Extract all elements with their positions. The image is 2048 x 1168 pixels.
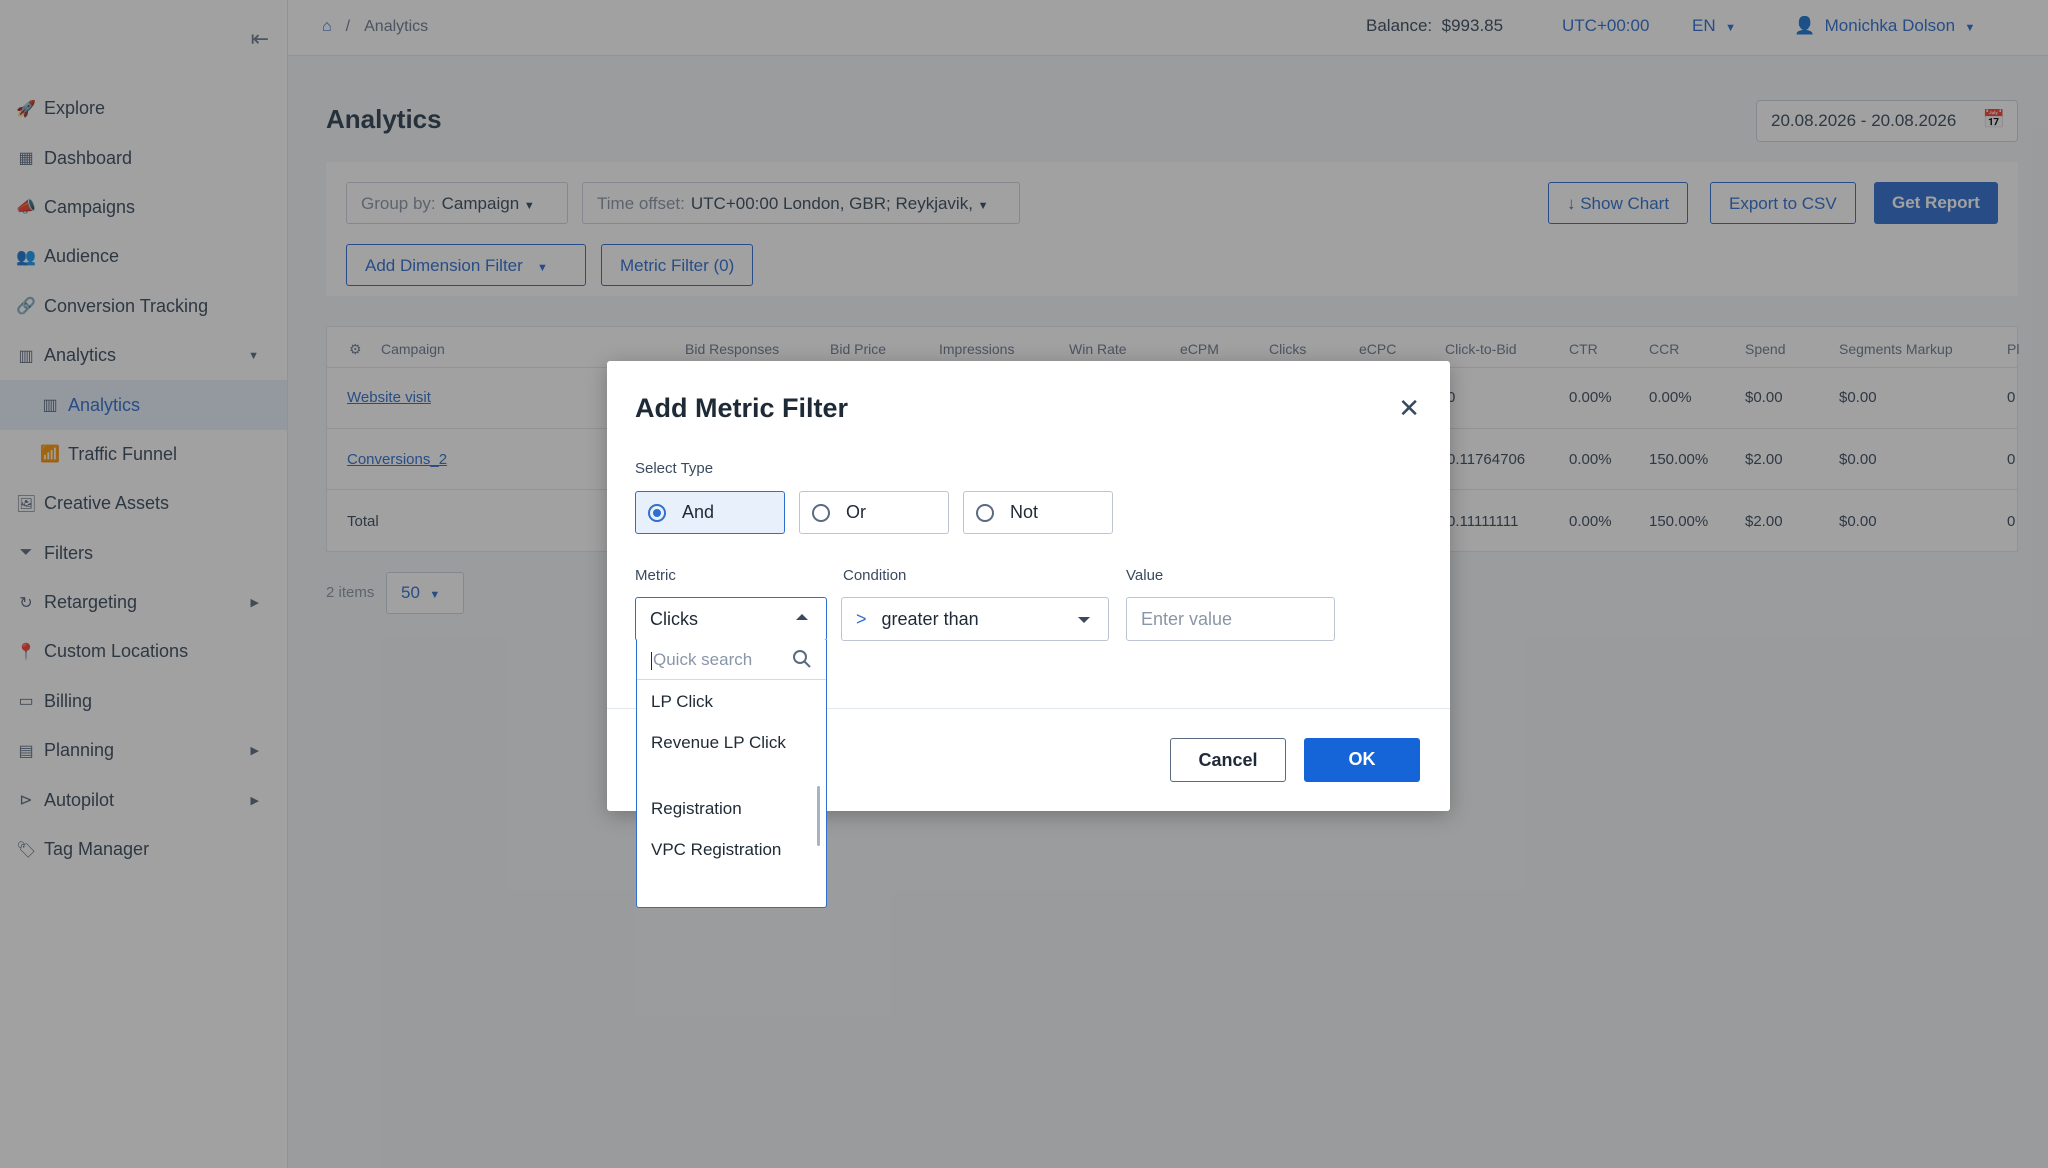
select-type-label: Select Type (635, 460, 714, 477)
dropdown-scrollbar[interactable] (817, 786, 820, 846)
chevron-down-icon (1078, 617, 1090, 623)
dialog-title: Add Metric Filter (635, 393, 849, 423)
greater-than-icon: > (856, 609, 867, 629)
value-label: Value (1126, 567, 1164, 584)
close-icon[interactable]: ✕ (1398, 395, 1420, 421)
search-icon (793, 650, 811, 668)
type-and-radio[interactable]: And (635, 491, 785, 534)
chevron-up-icon (796, 614, 808, 620)
dropdown-option[interactable]: Revenue LP Click (651, 730, 801, 755)
condition-label: Condition (843, 567, 907, 584)
quick-search-input[interactable]: Quick search (637, 640, 826, 680)
value-input[interactable]: Enter value (1126, 597, 1335, 641)
dropdown-option[interactable]: LP Click (651, 689, 801, 714)
metric-label: Metric (635, 567, 676, 584)
text-cursor (651, 651, 652, 670)
radio-unchecked-icon (812, 503, 830, 522)
type-or-radio[interactable]: Or (799, 491, 949, 534)
radio-unchecked-icon (976, 503, 994, 522)
radio-checked-icon (648, 503, 666, 522)
dropdown-option[interactable]: VPC Registration (651, 837, 801, 862)
metric-select[interactable]: Clicks (635, 597, 827, 641)
dropdown-option[interactable]: Registration (651, 796, 801, 821)
cancel-button[interactable]: Cancel (1170, 738, 1286, 782)
metric-dropdown-list: Quick search LP Click Revenue LP Click R… (636, 640, 827, 908)
condition-select[interactable]: > greater than (841, 597, 1109, 641)
ok-button[interactable]: OK (1304, 738, 1420, 782)
type-not-radio[interactable]: Not (963, 491, 1113, 534)
